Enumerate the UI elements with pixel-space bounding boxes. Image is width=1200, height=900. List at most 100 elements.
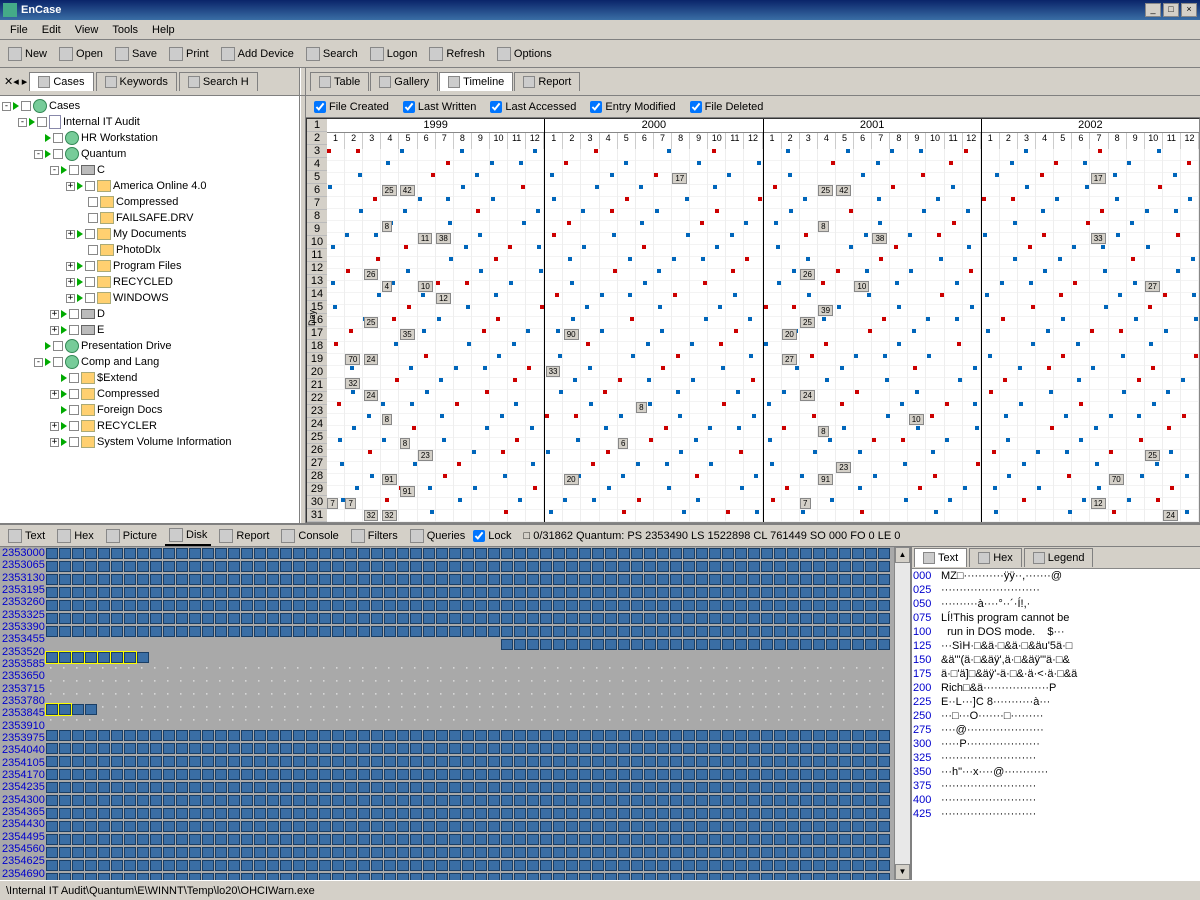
timeline-badge[interactable]: 33	[546, 366, 561, 377]
checkbox[interactable]	[69, 389, 79, 399]
timeline-badge[interactable]: 35	[400, 329, 415, 340]
timeline-badge[interactable]: 32	[382, 510, 397, 521]
checkbox[interactable]	[37, 117, 47, 127]
checkbox[interactable]	[69, 309, 79, 319]
checkbox[interactable]	[85, 293, 95, 303]
tree-node[interactable]: Compressed	[2, 194, 297, 210]
close-button[interactable]: ×	[1181, 3, 1197, 17]
timeline-badge[interactable]: 12	[1091, 498, 1106, 509]
tree-node[interactable]: +System Volume Information	[2, 434, 297, 450]
lower-tab-disk[interactable]: Disk	[165, 526, 211, 546]
checkbox[interactable]	[88, 197, 98, 207]
timeline-badge[interactable]: 24	[364, 390, 379, 401]
expand-icon[interactable]: -	[2, 102, 11, 111]
lower-tab-console[interactable]: Console	[277, 527, 342, 545]
timeline-badge[interactable]: 8	[382, 221, 392, 232]
timeline-badge[interactable]: 70	[1109, 474, 1124, 485]
tree-node[interactable]: FAILSAFE.DRV	[2, 210, 297, 226]
open-button[interactable]: Open	[55, 45, 107, 63]
timeline-badge[interactable]: 24	[800, 390, 815, 401]
menu-tools[interactable]: Tools	[106, 22, 144, 38]
tree-node[interactable]: +My Documents	[2, 226, 297, 242]
checkbox[interactable]	[69, 421, 79, 431]
expand-icon[interactable]: +	[66, 294, 75, 303]
checkbox[interactable]	[85, 277, 95, 287]
options-button[interactable]: Options	[493, 45, 556, 63]
timeline-badge[interactable]: 8	[382, 414, 392, 425]
timeline-badge[interactable]: 25	[818, 185, 833, 196]
timeline-badge[interactable]: 38	[436, 233, 451, 244]
menu-file[interactable]: File	[4, 22, 34, 38]
timeline-badge[interactable]: 11	[418, 233, 432, 244]
timeline-badge[interactable]: 6	[618, 438, 628, 449]
expand-icon[interactable]: +	[50, 390, 59, 399]
tree-node[interactable]: +RECYCLED	[2, 274, 297, 290]
timeline-badge[interactable]: 25	[1145, 450, 1160, 461]
timeline-badge[interactable]: 90	[564, 329, 579, 340]
expand-icon[interactable]: +	[66, 230, 75, 239]
expand-icon[interactable]: -	[34, 150, 43, 159]
text-view-body[interactable]: 000MZ□···········ÿÿ··,·······@025·······…	[912, 569, 1200, 880]
filter-last-accessed[interactable]: Last Accessed	[490, 101, 576, 113]
expand-icon[interactable]: -	[18, 118, 27, 127]
checkbox[interactable]	[69, 405, 79, 415]
tree-node[interactable]: +Compressed	[2, 386, 297, 402]
timeline-badge[interactable]: 38	[872, 233, 887, 244]
timeline-badge[interactable]: 32	[345, 378, 360, 389]
tree-node[interactable]: -Cases	[2, 98, 297, 114]
view-tab-table[interactable]: Table	[310, 72, 369, 91]
tree-node[interactable]: -Comp and Lang	[2, 354, 297, 370]
timeline-badge[interactable]: 42	[836, 185, 851, 196]
timeline-badge[interactable]: 17	[672, 173, 687, 184]
menu-help[interactable]: Help	[146, 22, 181, 38]
case-tree[interactable]: -Cases-Internal IT AuditHR Workstation-Q…	[0, 96, 300, 523]
timeline-badge[interactable]: 8	[400, 438, 410, 449]
save-button[interactable]: Save	[111, 45, 161, 63]
lower-tab-picture[interactable]: Picture	[102, 527, 161, 545]
scroll-up-icon[interactable]: ▲	[895, 547, 910, 563]
timeline-badge[interactable]: 12	[436, 293, 451, 304]
checkbox[interactable]	[69, 373, 79, 383]
expand-icon[interactable]: +	[50, 310, 59, 319]
logon-button[interactable]: Logon	[366, 45, 422, 63]
add-device-button[interactable]: Add Device	[217, 45, 298, 63]
tree-node[interactable]: +WINDOWS	[2, 290, 297, 306]
timeline-badge[interactable]: 27	[782, 354, 797, 365]
textview-tab-text[interactable]: Text	[914, 548, 967, 567]
view-tab-report[interactable]: Report	[514, 72, 580, 91]
timeline-badge[interactable]: 7	[327, 498, 337, 509]
timeline-badge[interactable]: 8	[818, 221, 828, 232]
timeline-badge[interactable]: 25	[364, 317, 379, 328]
tree-node[interactable]: -Internal IT Audit	[2, 114, 297, 130]
checkbox[interactable]	[53, 341, 63, 351]
timeline-badge[interactable]: 39	[818, 305, 833, 316]
tree-node[interactable]: +Program Files	[2, 258, 297, 274]
expand-icon[interactable]: +	[66, 262, 75, 271]
expand-icon[interactable]: +	[66, 278, 75, 287]
sector-grid[interactable]	[46, 547, 895, 880]
expand-icon[interactable]: -	[34, 358, 43, 367]
lower-tab-filters[interactable]: Filters	[347, 527, 402, 545]
view-tab-timeline[interactable]: Timeline	[439, 72, 513, 91]
tree-node[interactable]: Presentation Drive	[2, 338, 297, 354]
view-tab-gallery[interactable]: Gallery	[370, 72, 438, 91]
lower-tab-report[interactable]: Report	[215, 527, 273, 545]
timeline-badge[interactable]: 32	[364, 510, 379, 521]
timeline-badge[interactable]: 7	[345, 498, 355, 509]
timeline-badge[interactable]: 42	[400, 185, 415, 196]
timeline-badge[interactable]: 20	[564, 474, 579, 485]
timeline-badge[interactable]: 24	[364, 354, 379, 365]
menu-view[interactable]: View	[69, 22, 105, 38]
new-button[interactable]: New	[4, 45, 51, 63]
filter-last-written[interactable]: Last Written	[403, 101, 477, 113]
nav-close-icon[interactable]: ✕◂ ▸	[4, 75, 27, 88]
timeline-badge[interactable]: 91	[382, 474, 397, 485]
filter-file-created[interactable]: File Created	[314, 101, 389, 113]
expand-icon[interactable]: +	[50, 438, 59, 447]
timeline-badge[interactable]: 4	[382, 281, 392, 292]
checkbox[interactable]	[53, 133, 63, 143]
tree-node[interactable]: +RECYCLER	[2, 418, 297, 434]
textview-tab-hex[interactable]: Hex	[969, 548, 1022, 567]
lock-checkbox[interactable]: Lock	[473, 530, 511, 542]
timeline-badge[interactable]: 8	[818, 426, 828, 437]
